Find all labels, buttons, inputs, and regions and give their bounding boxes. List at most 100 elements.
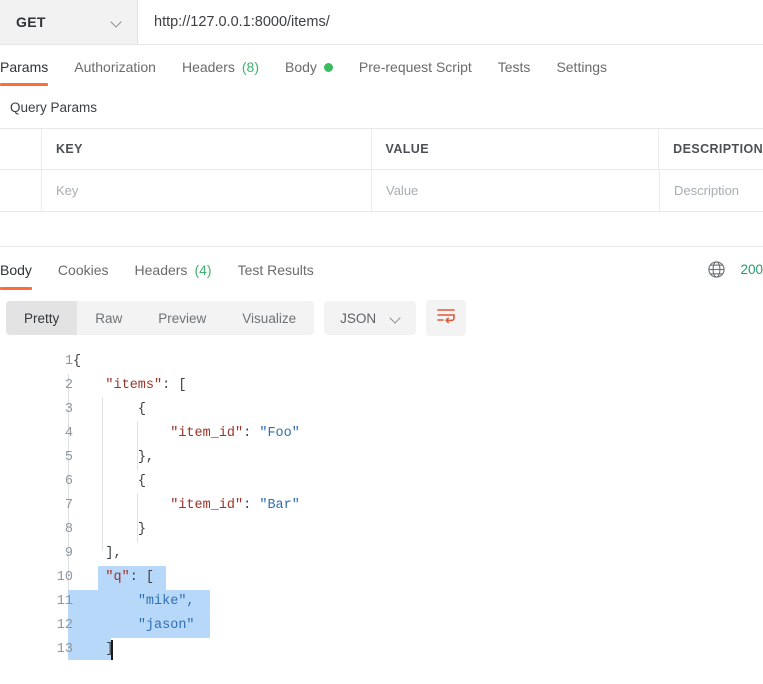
- code-line-text: },: [73, 446, 154, 470]
- code-token: }: [137, 522, 146, 537]
- code-line: 13 ]: [0, 638, 763, 660]
- code-token: [: [145, 570, 155, 585]
- tab-tests[interactable]: Tests: [498, 59, 531, 86]
- line-number: 12: [56, 618, 73, 633]
- response-tab-cookies[interactable]: Cookies: [58, 262, 109, 290]
- code-token: :: [129, 570, 146, 585]
- tab-pre-request-script-label: Pre-request Script: [358, 59, 472, 75]
- line-number: 9: [64, 546, 73, 561]
- body-has-content-dot-icon: [323, 62, 333, 72]
- tab-headers[interactable]: Headers (8): [182, 59, 259, 86]
- param-key-input[interactable]: Key: [42, 170, 372, 211]
- response-tab-body[interactable]: Body: [0, 262, 32, 290]
- response-status-group: 200: [707, 260, 763, 279]
- code-line-text: "q": [: [73, 566, 154, 590]
- code-token: "item_id": [170, 498, 244, 513]
- code-token: {: [137, 474, 146, 489]
- tab-body-label: Body: [285, 59, 317, 75]
- code-line-text: "item_id": "Bar": [73, 494, 300, 518]
- line-number: 6: [64, 474, 73, 489]
- tab-authorization[interactable]: Authorization: [74, 59, 156, 86]
- line-number: 7: [64, 498, 73, 513]
- tab-tests-label: Tests: [497, 59, 531, 75]
- code-line: 4 "item_id": "Foo": [0, 422, 763, 446]
- code-token: ],: [105, 546, 122, 561]
- code-token: "Foo": [259, 426, 300, 441]
- code-line: 3 {: [0, 398, 763, 422]
- tab-authorization-label: Authorization: [74, 59, 156, 75]
- view-mode-preview[interactable]: Preview: [140, 301, 224, 335]
- view-mode-visualize[interactable]: Visualize: [224, 301, 314, 335]
- url-text: http://127.0.0.1:8000/items/: [154, 14, 330, 30]
- code-token: "Bar": [259, 498, 300, 513]
- code-token: "mike",: [137, 594, 195, 609]
- response-tabs: Body Cookies Headers (4) Test Results 20…: [0, 247, 763, 290]
- tab-settings-label: Settings: [556, 59, 608, 75]
- query-params-table: KEY VALUE DESCRIPTION Key Value Descript…: [0, 128, 763, 212]
- code-line-text: "mike",: [73, 590, 195, 614]
- code-token: :: [243, 426, 260, 441]
- word-wrap-icon: [436, 307, 456, 330]
- globe-icon: [707, 260, 726, 279]
- code-line-text: }: [73, 518, 146, 542]
- code-line-text: ]: [73, 638, 113, 660]
- code-line: 10 "q": [: [0, 566, 763, 590]
- code-line: 9 ],: [0, 542, 763, 566]
- param-description-input[interactable]: Description: [660, 170, 763, 211]
- row-checkbox-cell[interactable]: [0, 170, 42, 211]
- line-number: 10: [56, 570, 73, 585]
- column-header-key: KEY: [42, 129, 372, 169]
- url-input[interactable]: http://127.0.0.1:8000/items/: [138, 0, 763, 44]
- line-number: 11: [56, 594, 73, 609]
- chevron-down-icon: [111, 16, 123, 28]
- response-tab-test-results[interactable]: Test Results: [238, 262, 314, 290]
- view-mode-raw[interactable]: Raw: [77, 301, 140, 335]
- select-all-checkbox-cell[interactable]: [0, 129, 42, 169]
- code-line: 1{: [0, 350, 763, 374]
- code-token: [: [178, 378, 187, 393]
- response-tab-test-results-label: Test Results: [237, 262, 314, 278]
- query-params-title: Query Params: [10, 100, 98, 115]
- response-tab-body-label: Body: [0, 262, 32, 278]
- line-number: 13: [56, 642, 73, 657]
- tab-pre-request-script[interactable]: Pre-request Script: [359, 59, 472, 86]
- code-line: 7 "item_id": "Bar": [0, 494, 763, 518]
- line-number: 8: [64, 522, 73, 537]
- code-line-text: "items": [: [73, 374, 186, 398]
- word-wrap-button[interactable]: [426, 300, 467, 336]
- response-format-select[interactable]: JSON: [324, 301, 417, 335]
- http-method-select[interactable]: GET: [0, 0, 138, 44]
- code-token: "item_id": [170, 426, 244, 441]
- line-number: 3: [64, 402, 73, 417]
- code-token: "items": [105, 378, 163, 393]
- code-line: 8 }: [0, 518, 763, 542]
- code-line: 6 {: [0, 470, 763, 494]
- response-body-code-viewer[interactable]: 1{2 "items": [3 {4 "item_id": "Foo" 5 }, 6…: [0, 350, 763, 660]
- table-header-row: KEY VALUE DESCRIPTION: [0, 128, 763, 169]
- param-value-input[interactable]: Value: [372, 170, 660, 211]
- code-token: },: [137, 450, 155, 465]
- code-line-text: "jason": [73, 614, 195, 638]
- response-view-mode-group: Pretty Raw Preview Visualize: [6, 301, 315, 335]
- response-tab-headers-label: Headers: [134, 262, 188, 278]
- status-code: 200: [740, 262, 763, 277]
- tab-settings[interactable]: Settings: [556, 59, 607, 86]
- code-token: {: [137, 402, 146, 417]
- code-line-text: ],: [73, 542, 122, 566]
- tab-params[interactable]: Params: [0, 59, 49, 86]
- view-mode-pretty[interactable]: Pretty: [6, 301, 78, 335]
- tab-headers-label: Headers: [181, 59, 235, 75]
- code-token: "q": [105, 570, 130, 585]
- response-tab-headers-count: (4): [194, 262, 212, 278]
- response-tab-headers[interactable]: Headers (4): [135, 262, 212, 290]
- tab-body[interactable]: Body: [285, 59, 333, 86]
- column-header-value: VALUE: [372, 129, 660, 169]
- http-method-label: GET: [16, 14, 46, 30]
- code-line: 2 "items": [: [0, 374, 763, 398]
- table-row[interactable]: Key Value Description: [0, 169, 763, 211]
- text-caret: [111, 640, 113, 660]
- code-line-text: {: [73, 350, 81, 374]
- code-line-text: {: [73, 470, 146, 494]
- request-tabs: Params Authorization Headers (8) Body Pr…: [0, 45, 763, 86]
- code-line: 5 },: [0, 446, 763, 470]
